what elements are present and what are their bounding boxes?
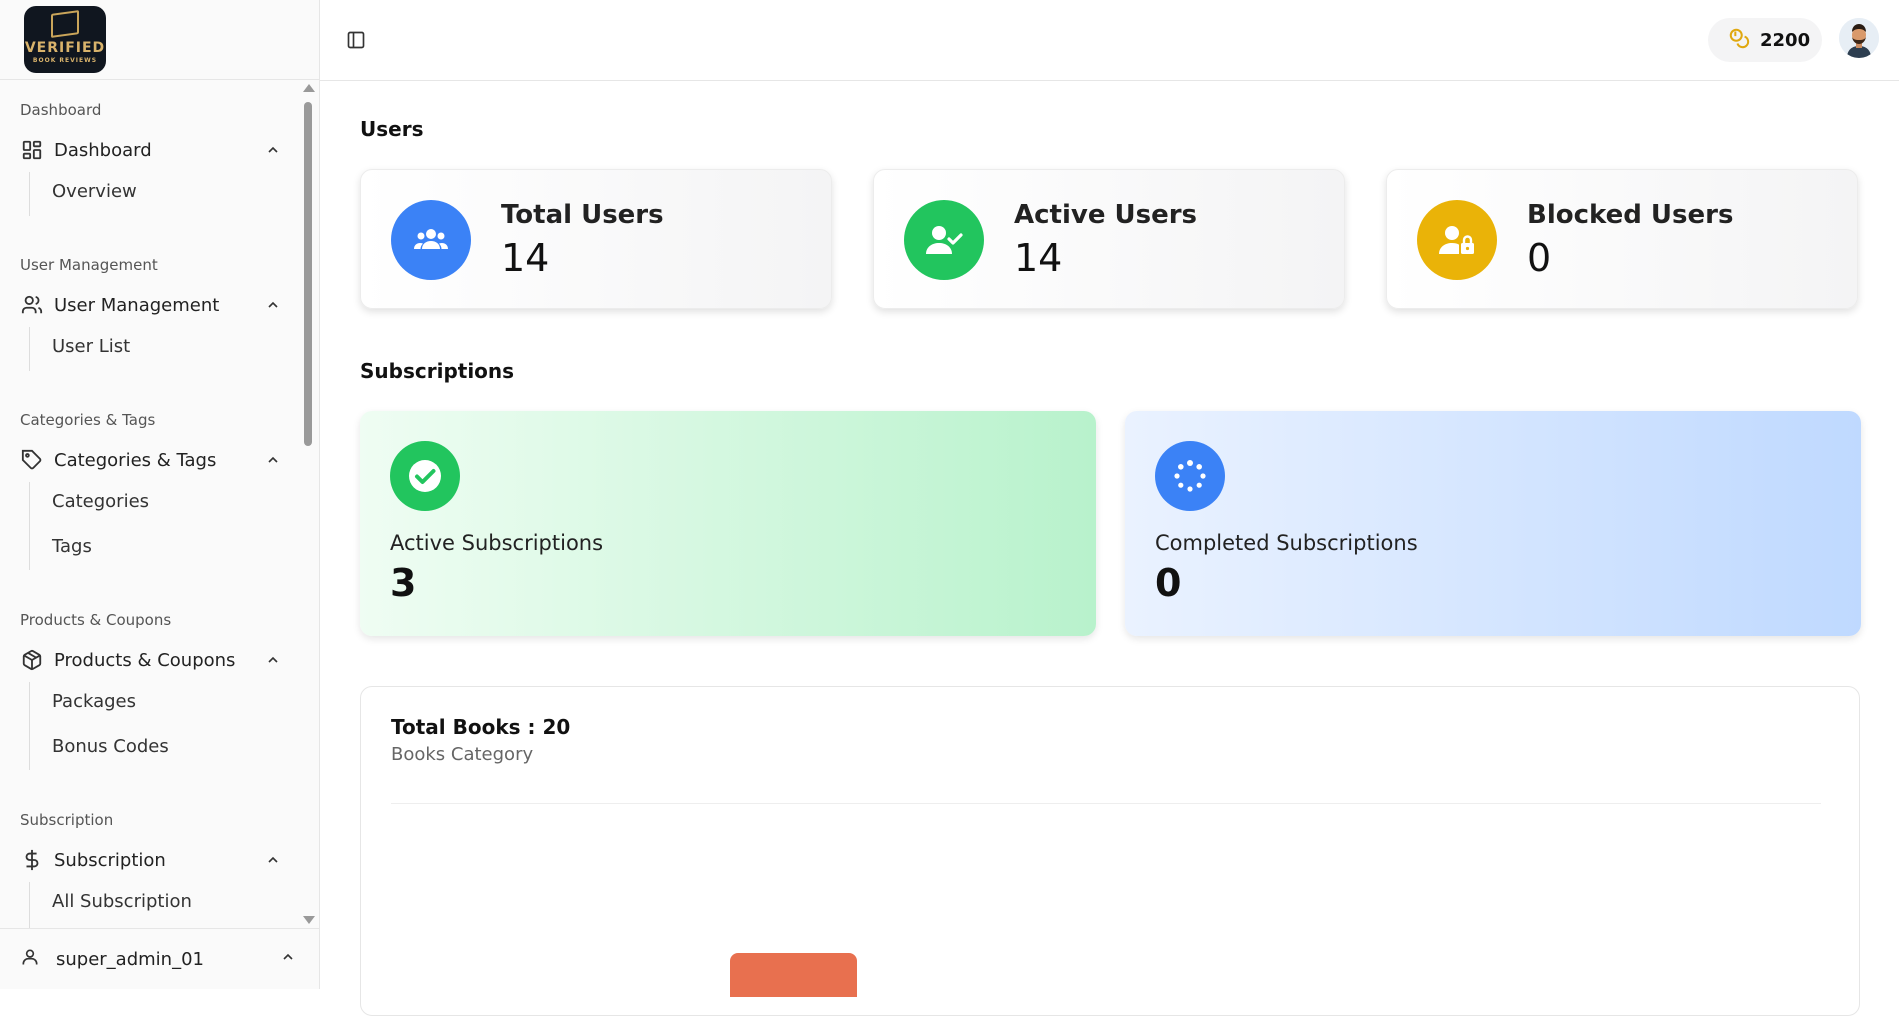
sidebar-item-label: User Management [54, 294, 220, 316]
sidebar-item-overview[interactable]: Overview [52, 181, 137, 202]
sidebar-item-products-coupons[interactable]: Products & Coupons [20, 642, 282, 678]
stat-card-title: Active Users [1014, 200, 1198, 230]
sidebar-user-menu[interactable]: super_admin_01 [0, 928, 320, 989]
tag-icon [20, 448, 44, 472]
top-header: 2200 [320, 0, 1899, 81]
submenu-line [29, 327, 30, 371]
section-label-subscription: Subscription [20, 811, 114, 829]
chevron-up-icon[interactable] [264, 851, 282, 869]
grid-icon [20, 138, 44, 162]
chevron-up-icon[interactable] [264, 651, 282, 669]
sidebar-item-user-management[interactable]: User Management [20, 287, 282, 323]
section-label-dashboard: Dashboard [20, 101, 102, 119]
sidebar-item-categories[interactable]: Categories [52, 491, 149, 512]
logo-line-2: BOOK REVIEWS [32, 57, 98, 64]
section-label-categories-tags: Categories & Tags [20, 411, 156, 429]
sidebar: VERIFIED BOOK REVIEWS Dashboard Dashboar… [0, 0, 320, 989]
username: super_admin_01 [56, 948, 204, 970]
chart-title: Total Books : 20 [391, 715, 571, 739]
chart-subtitle: Books Category [391, 744, 534, 765]
logo-line-1: VERIFIED [24, 40, 106, 56]
scroll-up-arrow-icon[interactable] [303, 84, 315, 92]
subscriptions-section-title: Subscriptions [360, 359, 515, 383]
books-category-panel: Total Books : 20 Books Category [360, 686, 1860, 1016]
scroll-down-arrow-icon[interactable] [303, 916, 315, 924]
chart-divider [391, 803, 1821, 804]
chevron-up-icon[interactable] [264, 296, 282, 314]
sidebar-item-tags[interactable]: Tags [52, 536, 92, 557]
user-lock-icon [1417, 200, 1497, 280]
package-icon [20, 648, 44, 672]
sidebar-item-bonus-codes[interactable]: Bonus Codes [52, 736, 169, 757]
brand-logo[interactable]: VERIFIED BOOK REVIEWS [24, 6, 106, 73]
sidebar-item-packages[interactable]: Packages [52, 691, 136, 712]
sidebar-item-categories-tags[interactable]: Categories & Tags [20, 442, 282, 478]
section-label-products-coupons: Products & Coupons [20, 611, 172, 629]
chevron-up-icon[interactable] [280, 949, 298, 967]
sidebar-nav: Dashboard Dashboard Overview User Manage… [0, 80, 320, 928]
dollar-icon [20, 848, 44, 872]
books-category-chart [730, 953, 857, 997]
main-content: Users Total Users 14 Active Users 14 Blo… [320, 81, 1899, 1016]
total-users-card[interactable]: Total Users 14 [360, 169, 832, 309]
sidebar-scrollbar[interactable] [302, 84, 315, 924]
sidebar-item-label: Categories & Tags [54, 449, 217, 471]
sub-card-title: Completed Subscriptions [1155, 531, 1418, 555]
stat-card-title: Blocked Users [1527, 200, 1734, 230]
sub-card-title: Active Subscriptions [390, 531, 604, 555]
blocked-users-card[interactable]: Blocked Users 0 [1386, 169, 1858, 309]
sidebar-item-dashboard[interactable]: Dashboard [20, 132, 282, 168]
stat-card-value: 14 [1014, 236, 1063, 280]
submenu-line [29, 172, 30, 216]
sidebar-item-label: Dashboard [54, 139, 152, 161]
completed-subscriptions-card[interactable]: Completed Subscriptions 0 [1125, 411, 1861, 636]
users-icon [20, 293, 44, 317]
user-check-icon [904, 200, 984, 280]
sub-card-value: 3 [390, 561, 417, 605]
sidebar-item-label: Products & Coupons [54, 649, 236, 671]
check-circle-icon [390, 441, 460, 511]
chevron-up-icon[interactable] [264, 141, 282, 159]
coins-icon [1728, 27, 1750, 53]
users-group-icon [391, 200, 471, 280]
sidebar-item-label: Subscription [54, 849, 166, 871]
chart-bar[interactable] [730, 953, 857, 997]
stat-card-value: 0 [1527, 236, 1552, 280]
submenu-line [29, 882, 30, 928]
submenu-line [29, 682, 30, 770]
active-subscriptions-card[interactable]: Active Subscriptions 3 [360, 411, 1096, 636]
sidebar-item-all-subscription[interactable]: All Subscription [52, 891, 192, 912]
sidebar-item-user-list[interactable]: User List [52, 336, 130, 357]
stat-card-title: Total Users [501, 200, 664, 230]
submenu-line [29, 482, 30, 570]
coin-count: 2200 [1760, 29, 1811, 51]
active-users-card[interactable]: Active Users 14 [873, 169, 1345, 309]
avatar[interactable] [1839, 18, 1879, 58]
chevron-up-icon[interactable] [264, 451, 282, 469]
sidebar-toggle-icon[interactable] [346, 30, 366, 50]
scroll-thumb[interactable] [304, 102, 312, 446]
users-section-title: Users [360, 117, 424, 141]
stat-card-value: 14 [501, 236, 550, 280]
book-box-icon [51, 10, 79, 38]
section-label-user-management: User Management [20, 256, 158, 274]
loader-icon [1155, 441, 1225, 511]
coin-balance[interactable]: 2200 [1708, 18, 1822, 62]
user-icon [20, 947, 40, 971]
sidebar-item-subscription[interactable]: Subscription [20, 842, 282, 878]
logo-area: VERIFIED BOOK REVIEWS [0, 0, 319, 80]
sub-card-value: 0 [1155, 561, 1182, 605]
